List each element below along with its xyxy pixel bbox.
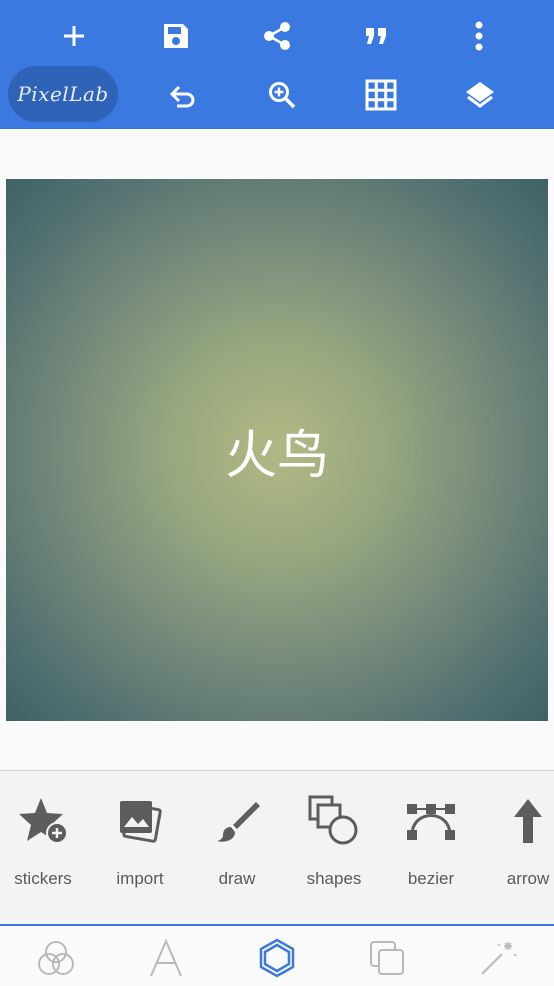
share-icon <box>264 22 290 50</box>
add-icon <box>64 26 84 46</box>
tab-magic[interactable] <box>468 932 528 984</box>
magic-icon <box>481 942 517 975</box>
undo-icon <box>169 85 195 108</box>
text-icon <box>150 938 182 977</box>
layers-button[interactable] <box>450 70 510 120</box>
tab-shapes[interactable] <box>247 932 307 984</box>
shapes-tool[interactable]: shapes <box>286 791 382 911</box>
tool-label: arrow <box>506 869 550 888</box>
tab-layers[interactable] <box>357 932 417 984</box>
logo-text: PixelLab <box>17 82 109 106</box>
quote-icon <box>366 28 386 44</box>
undo-button[interactable] <box>152 70 212 120</box>
sticker-add-icon <box>19 798 68 844</box>
layer-copy-icon <box>370 941 404 975</box>
zoom-in-button[interactable] <box>252 70 312 120</box>
tool-label: bezier <box>407 869 455 888</box>
draw-tool[interactable]: draw <box>189 791 285 911</box>
import-tool[interactable]: import <box>92 791 188 911</box>
more-button[interactable] <box>449 11 509 61</box>
tab-effects[interactable] <box>26 932 86 984</box>
save-button[interactable] <box>146 11 206 61</box>
save-icon <box>164 24 188 48</box>
arrow-tool[interactable]: arrow <box>480 791 554 911</box>
bottom-navigation <box>0 924 554 986</box>
tool-label: import <box>116 869 164 888</box>
add-shape-icon <box>259 938 295 978</box>
stickers-tool[interactable]: stickers <box>0 791 91 911</box>
zoom-in-icon <box>269 82 296 109</box>
effects-icon <box>38 941 74 975</box>
more-vertical-icon <box>475 21 483 51</box>
tools-strip: stickers import draw shapes bezier arrow <box>0 770 554 924</box>
quote-button[interactable] <box>347 11 407 61</box>
tab-text[interactable] <box>136 932 196 984</box>
grid-button[interactable] <box>351 70 411 120</box>
layers-icon <box>466 82 494 108</box>
shapes-icon <box>308 795 358 845</box>
arrow-up-icon <box>514 799 542 843</box>
design-canvas[interactable]: 火鸟 <box>6 179 548 721</box>
image-import-icon <box>120 801 162 843</box>
add-button[interactable] <box>44 11 104 61</box>
tool-label: stickers <box>14 869 72 888</box>
bezier-tool[interactable]: bezier <box>383 791 479 911</box>
grid-icon <box>365 79 397 111</box>
tool-label: draw <box>218 869 256 888</box>
bezier-icon <box>407 804 455 840</box>
tool-label: shapes <box>306 869 362 888</box>
canvas-text[interactable]: 火鸟 <box>6 179 548 721</box>
brush-icon <box>217 802 260 842</box>
pixellab-logo[interactable]: PixelLab <box>8 66 118 122</box>
top-toolbar: PixelLab <box>0 0 554 129</box>
share-button[interactable] <box>247 11 307 61</box>
